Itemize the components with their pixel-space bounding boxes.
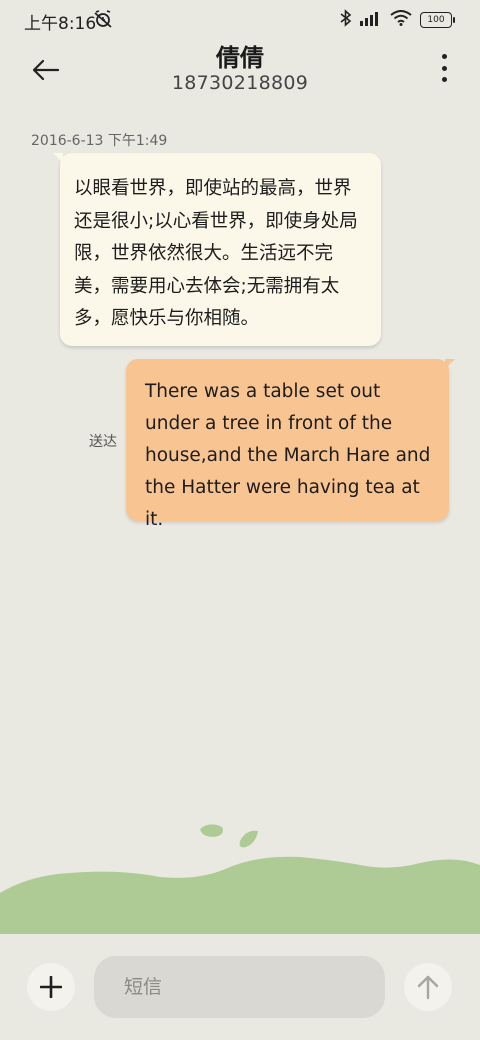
contact-name: 倩倩 [216,44,264,72]
message-input[interactable] [122,975,366,999]
arrow-up-icon [417,975,439,1000]
outgoing-message-bubble[interactable]: There was a table set out under a tree i… [126,359,455,530]
plus-icon [40,976,62,998]
delivery-status: 送达 [89,434,117,450]
send-button[interactable] [404,963,452,1011]
mute-alarm-icon [92,9,114,29]
more-vertical-icon [441,54,447,59]
add-attachment-button[interactable] [27,963,75,1011]
bluetooth-icon [340,9,352,31]
battery-icon: 100 [420,12,455,28]
status-bar: 上午8:16 100 [0,0,480,40]
message-input-container[interactable] [94,956,385,1018]
signal-icon [360,10,382,30]
status-time: 上午8:16 [24,14,97,34]
more-options-button[interactable] [438,54,450,82]
incoming-message-bubble[interactable]: 以眼看世界，即使站的最高，世界还是很小;以心看世界，即使身处局限，世界依然很大。… [53,153,381,346]
wifi-icon [390,10,412,30]
message-timestamp: 2016-6-13 下午1:49 [31,133,168,149]
hills-decoration [0,824,480,935]
contact-phone-number: 18730218809 [171,72,309,94]
